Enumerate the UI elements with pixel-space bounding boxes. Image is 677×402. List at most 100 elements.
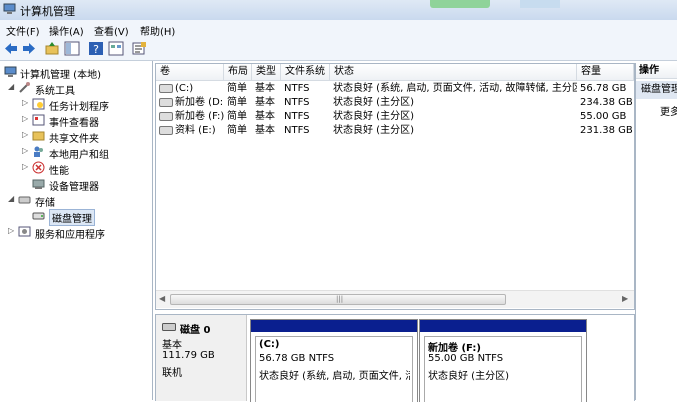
partition-f[interactable]: 新加卷 (F:) 55.00 GB NTFS 状态良好 (主分区) xyxy=(419,319,587,402)
column-header-capacity[interactable]: 容量 xyxy=(577,64,634,80)
menu-view[interactable]: 查看(V) xyxy=(94,23,129,38)
expander-icon[interactable]: ▷ xyxy=(22,162,30,172)
back-arrow-icon[interactable] xyxy=(3,41,19,56)
volume-filesystem: NTFS xyxy=(284,97,310,108)
disk-icon xyxy=(162,323,176,331)
tree-item-label: 磁盘管理 xyxy=(49,209,95,226)
partition-body: 新加卷 (F:) 55.00 GB NTFS 状态良好 (主分区) xyxy=(424,336,582,402)
volume-name-cell: (C:) xyxy=(156,82,224,96)
properties-icon[interactable] xyxy=(108,41,124,56)
tree-item-label: 任务计划程序 xyxy=(49,102,109,113)
title-bar: 计算机管理 xyxy=(0,0,677,21)
partition-body: (C:) 56.78 GB NTFS 状态良好 (系统, 启动, 页面文件, 活… xyxy=(255,336,413,402)
help-icon[interactable]: ? xyxy=(88,41,104,56)
menu-help[interactable]: 帮助(H) xyxy=(140,23,175,38)
tree-item-label: 本地用户和组 xyxy=(49,150,109,161)
volume-layout: 简单 xyxy=(227,125,247,136)
event-viewer-icon xyxy=(32,114,45,126)
forward-arrow-icon[interactable] xyxy=(21,41,37,56)
disk-size: 111.79 GB xyxy=(162,350,215,361)
show-hide-tree-icon[interactable] xyxy=(64,41,80,56)
storage-icon xyxy=(18,196,31,204)
column-header-filesystem[interactable]: 文件系统 xyxy=(281,64,330,80)
column-header-layout[interactable]: 布局 xyxy=(224,64,252,80)
drive-icon xyxy=(159,125,173,135)
scroll-right-icon[interactable]: ▶ xyxy=(622,294,628,303)
navigation-tree: 计算机管理 (本地) ◢ 系统工具 ▷ 任务计划程序 ▷ 事件查看器 ▷ 共享文… xyxy=(0,61,153,400)
volume-list: 卷 布局 类型 文件系统 状态 容量 (C:) 简单 基本 NTFS 状态良好 … xyxy=(155,63,635,310)
expander-icon[interactable]: ▷ xyxy=(22,98,30,108)
horizontal-scrollbar[interactable]: ◀ ||| ▶ xyxy=(156,290,634,308)
partition-title: (C:) xyxy=(259,339,280,350)
computer-management-icon xyxy=(4,66,17,77)
column-header-volume[interactable]: 卷 xyxy=(156,64,224,80)
titlebar-decoration xyxy=(430,0,490,8)
volume-capacity: 55.00 GB xyxy=(580,111,627,122)
volume-type: 基本 xyxy=(255,97,275,108)
actions-section-disk-management[interactable]: 磁盘管理 xyxy=(636,81,677,99)
tree-root-label: 计算机管理 (本地) xyxy=(20,70,101,81)
services-icon xyxy=(18,226,31,237)
export-list-icon[interactable] xyxy=(131,41,147,56)
menu-bar: 文件(F) 操作(A) 查看(V) 帮助(H) xyxy=(0,20,677,39)
volume-capacity: 231.38 GB xyxy=(580,125,633,136)
actions-header: 操作 xyxy=(636,63,677,79)
volume-capacity: 56.78 GB xyxy=(580,83,627,94)
partition-size: 55.00 GB NTFS xyxy=(428,353,504,364)
users-icon xyxy=(34,146,43,157)
tree-item-label: 设备管理器 xyxy=(49,182,99,193)
volume-status: 状态良好 (主分区) xyxy=(333,97,414,108)
volume-layout: 简单 xyxy=(227,97,247,108)
tree-item-label: 事件查看器 xyxy=(49,118,99,129)
partition-size: 56.78 GB NTFS xyxy=(259,353,335,364)
disk-name: 磁盘 0 xyxy=(180,325,211,336)
volume-status: 状态良好 (系统, 启动, 页面文件, 活动, 故障转储, 主分区) xyxy=(333,83,577,94)
volume-status: 状态良好 (主分区) xyxy=(333,111,414,122)
volume-name-cell: 新加卷 (D:) xyxy=(156,96,224,110)
drive-icon xyxy=(159,111,173,121)
actions-pane: 操作 磁盘管理 更多 xyxy=(635,63,677,400)
volume-filesystem: NTFS xyxy=(284,125,310,136)
volume-name-cell: 新加卷 (F:) xyxy=(156,110,224,124)
expander-icon[interactable]: ▷ xyxy=(22,114,30,124)
expander-icon[interactable]: ▷ xyxy=(8,226,16,236)
disk-graphical-view: 磁盘 0 基本 111.79 GB 联机 (C:) 56.78 GB NTFS … xyxy=(155,314,635,402)
volume-type: 基本 xyxy=(255,83,275,94)
partition-status: 状态良好 (主分区) xyxy=(428,371,509,382)
partition-c[interactable]: (C:) 56.78 GB NTFS 状态良好 (系统, 启动, 页面文件, 活… xyxy=(250,319,418,402)
partition-status: 状态良好 (系统, 启动, 页面文件, 活动 xyxy=(259,371,410,382)
menu-file[interactable]: 文件(F) xyxy=(6,23,40,38)
disk-info[interactable]: 磁盘 0 基本 111.79 GB 联机 xyxy=(156,315,247,401)
computer-management-icon xyxy=(3,3,16,14)
expander-icon[interactable]: ▷ xyxy=(22,130,30,140)
expander-icon[interactable]: ▷ xyxy=(22,146,30,156)
volume-capacity: 234.38 GB xyxy=(580,97,633,108)
expander-icon[interactable]: ◢ xyxy=(8,82,16,92)
column-header-status[interactable]: 状态 xyxy=(330,64,577,80)
window-title: 计算机管理 xyxy=(20,5,75,18)
expander-icon[interactable]: ◢ xyxy=(8,194,16,204)
disk-management-icon xyxy=(32,212,45,220)
volume-row[interactable]: 资料 (E:) 简单 基本 NTFS 状态良好 (主分区) 231.38 GB xyxy=(156,124,634,138)
volume-name: 资料 (E:) xyxy=(175,125,216,136)
performance-icon xyxy=(32,161,45,174)
volume-status: 状态良好 (主分区) xyxy=(333,125,414,136)
drive-icon xyxy=(159,83,173,93)
tools-icon xyxy=(19,82,30,93)
menu-action[interactable]: 操作(A) xyxy=(49,23,84,38)
actions-more[interactable]: 更多 xyxy=(660,103,677,118)
volume-type: 基本 xyxy=(255,125,275,136)
disk-status: 联机 xyxy=(162,368,182,379)
volume-filesystem: NTFS xyxy=(284,111,310,122)
clock-icon xyxy=(32,98,45,110)
volume-row[interactable]: (C:) 简单 基本 NTFS 状态良好 (系统, 启动, 页面文件, 活动, … xyxy=(156,82,634,96)
volume-layout: 简单 xyxy=(227,111,247,122)
volume-row[interactable]: 新加卷 (D:) 简单 基本 NTFS 状态良好 (主分区) 234.38 GB xyxy=(156,96,634,110)
column-header-type[interactable]: 类型 xyxy=(252,64,281,80)
partition-title: 新加卷 (F:) xyxy=(428,343,481,354)
volume-list-header: 卷 布局 类型 文件系统 状态 容量 xyxy=(156,64,634,81)
up-folder-icon[interactable] xyxy=(44,41,60,56)
toolbar: ? xyxy=(0,38,677,61)
scroll-left-icon[interactable]: ◀ xyxy=(159,294,165,303)
volume-row[interactable]: 新加卷 (F:) 简单 基本 NTFS 状态良好 (主分区) 55.00 GB xyxy=(156,110,634,124)
